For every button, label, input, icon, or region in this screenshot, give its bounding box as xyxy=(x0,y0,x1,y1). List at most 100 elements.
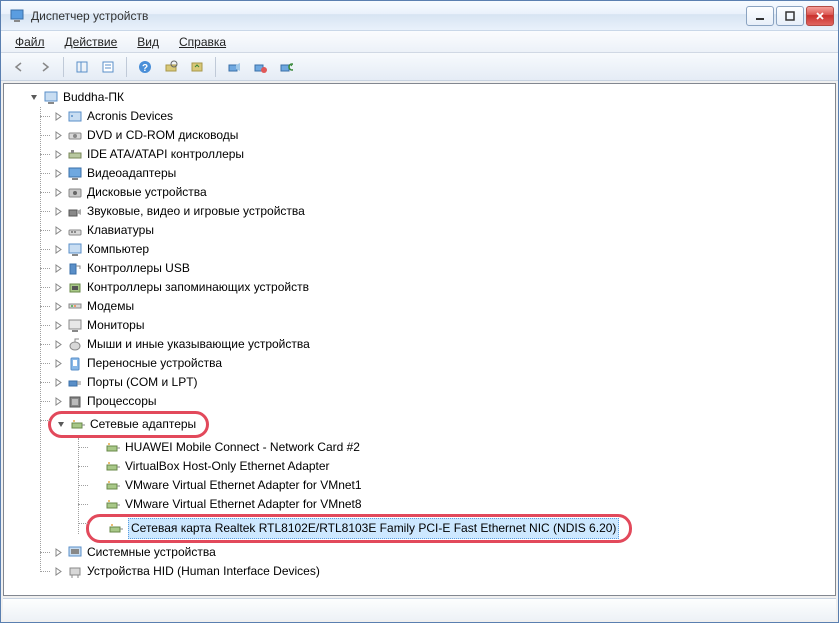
expand-icon[interactable] xyxy=(52,149,64,161)
expand-icon[interactable] xyxy=(52,244,64,256)
device-icon xyxy=(67,223,83,239)
tree-spacer xyxy=(90,461,102,473)
tree-category[interactable]: Процессоры xyxy=(52,392,831,411)
device-manager-window: Диспетчер устройств Файл Действие Вид Сп… xyxy=(0,0,839,623)
expand-icon[interactable] xyxy=(52,301,64,313)
close-button[interactable] xyxy=(806,6,834,26)
network-adapter-icon xyxy=(105,459,121,475)
tree-device-selected[interactable]: Сетевая карта Realtek RTL8102E/RTL8103E … xyxy=(90,514,831,543)
expand-icon[interactable] xyxy=(52,358,64,370)
update-button[interactable] xyxy=(185,55,209,79)
expand-icon[interactable] xyxy=(52,320,64,332)
tree-category[interactable]: Переносные устройства xyxy=(52,354,831,373)
menu-file[interactable]: Файл xyxy=(7,33,53,51)
uninstall-button[interactable] xyxy=(274,55,298,79)
window-title: Диспетчер устройств xyxy=(31,9,744,23)
tree-category[interactable]: Звуковые, видео и игровые устройства xyxy=(52,202,831,221)
toolbar: ? xyxy=(1,53,838,81)
expand-icon[interactable] xyxy=(52,168,64,180)
tree-category[interactable]: Устройства HID (Human Interface Devices) xyxy=(52,562,831,581)
expand-icon[interactable] xyxy=(52,566,64,578)
computer-icon xyxy=(43,90,59,106)
network-adapter-icon xyxy=(105,440,121,456)
tree-category[interactable]: Компьютер xyxy=(52,240,831,259)
properties-button[interactable] xyxy=(96,55,120,79)
tree-category[interactable]: Контроллеры USB xyxy=(52,259,831,278)
tree-category[interactable]: IDE ATA/ATAPI контроллеры xyxy=(52,145,831,164)
category-label: Звуковые, видео и игровые устройства xyxy=(87,202,305,221)
tree-category[interactable]: Модемы xyxy=(52,297,831,316)
network-adapter-icon xyxy=(105,478,121,494)
expand-icon[interactable] xyxy=(52,396,64,408)
device-tree-panel[interactable]: Buddha-ПК Acronis Devices DVD и CD-ROM д… xyxy=(3,83,836,596)
enable-button[interactable] xyxy=(222,55,246,79)
forward-button[interactable] xyxy=(33,55,57,79)
expand-icon[interactable] xyxy=(52,206,64,218)
category-label: Модемы xyxy=(87,297,134,316)
tree-spacer xyxy=(90,480,102,492)
expand-icon[interactable] xyxy=(52,263,64,275)
menu-help[interactable]: Справка xyxy=(171,33,234,51)
collapse-icon[interactable] xyxy=(55,419,67,431)
app-icon xyxy=(9,8,25,24)
device-icon xyxy=(67,185,83,201)
expand-icon[interactable] xyxy=(52,187,64,199)
show-tree-button[interactable] xyxy=(70,55,94,79)
expand-icon[interactable] xyxy=(52,282,64,294)
device-icon xyxy=(67,109,83,125)
tree-category[interactable]: DVD и CD-ROM дисководы xyxy=(52,126,831,145)
tree-device[interactable]: VMware Virtual Ethernet Adapter for VMne… xyxy=(90,495,831,514)
tree-device[interactable]: VirtualBox Host-Only Ethernet Adapter xyxy=(90,457,831,476)
tree-category[interactable]: Порты (COM и LPT) xyxy=(52,373,831,392)
scan-button[interactable] xyxy=(159,55,183,79)
expand-icon[interactable] xyxy=(52,225,64,237)
tree-category[interactable]: Acronis Devices xyxy=(52,107,831,126)
tree-category[interactable]: Мыши и иные указывающие устройства xyxy=(52,335,831,354)
tree-category[interactable]: Мониторы xyxy=(52,316,831,335)
expand-icon[interactable] xyxy=(52,130,64,142)
disable-button[interactable] xyxy=(248,55,272,79)
window-controls xyxy=(744,6,834,26)
category-label: Контроллеры запоминающих устройств xyxy=(87,278,309,297)
expand-icon[interactable] xyxy=(52,339,64,351)
tree-category-network[interactable]: Сетевые адаптеры xyxy=(52,411,831,438)
tree-category[interactable]: Видеоадаптеры xyxy=(52,164,831,183)
category-label: Мыши и иные указывающие устройства xyxy=(87,335,310,354)
device-icon xyxy=(67,147,83,163)
menu-view[interactable]: Вид xyxy=(129,33,167,51)
tree-category[interactable]: Дисковые устройства xyxy=(52,183,831,202)
tree-device[interactable]: HUAWEI Mobile Connect - Network Card #2 xyxy=(90,438,831,457)
device-icon xyxy=(67,261,83,277)
category-label: Контроллеры USB xyxy=(87,259,190,278)
tree-device[interactable]: VMware Virtual Ethernet Adapter for VMne… xyxy=(90,476,831,495)
collapse-icon[interactable] xyxy=(28,92,40,104)
device-icon xyxy=(67,128,83,144)
maximize-button[interactable] xyxy=(776,6,804,26)
device-icon xyxy=(67,375,83,391)
status-bar xyxy=(3,598,836,620)
network-adapter-icon xyxy=(105,497,121,513)
expand-icon[interactable] xyxy=(52,547,64,559)
tree-spacer xyxy=(90,499,102,511)
category-label: Мониторы xyxy=(87,316,144,335)
titlebar[interactable]: Диспетчер устройств xyxy=(1,1,838,31)
minimize-button[interactable] xyxy=(746,6,774,26)
tree-category[interactable]: Клавиатуры xyxy=(52,221,831,240)
category-label: Компьютер xyxy=(87,240,149,259)
content-area: Buddha-ПК Acronis Devices DVD и CD-ROM д… xyxy=(1,81,838,622)
menubar: Файл Действие Вид Справка xyxy=(1,31,838,53)
back-button[interactable] xyxy=(7,55,31,79)
help-button[interactable]: ? xyxy=(133,55,157,79)
category-label: Клавиатуры xyxy=(87,221,154,240)
menu-action[interactable]: Действие xyxy=(57,33,126,51)
tree-root[interactable]: Buddha-ПК xyxy=(8,88,831,107)
category-label: IDE ATA/ATAPI контроллеры xyxy=(87,145,244,164)
tree-category[interactable]: Контроллеры запоминающих устройств xyxy=(52,278,831,297)
tree-category[interactable]: Системные устройства xyxy=(52,543,831,562)
expand-icon[interactable] xyxy=(52,111,64,123)
category-label: Процессоры xyxy=(87,392,157,411)
network-icon xyxy=(70,417,86,433)
device-icon xyxy=(67,299,83,315)
expand-icon[interactable] xyxy=(52,377,64,389)
device-label: VirtualBox Host-Only Ethernet Adapter xyxy=(125,457,330,476)
